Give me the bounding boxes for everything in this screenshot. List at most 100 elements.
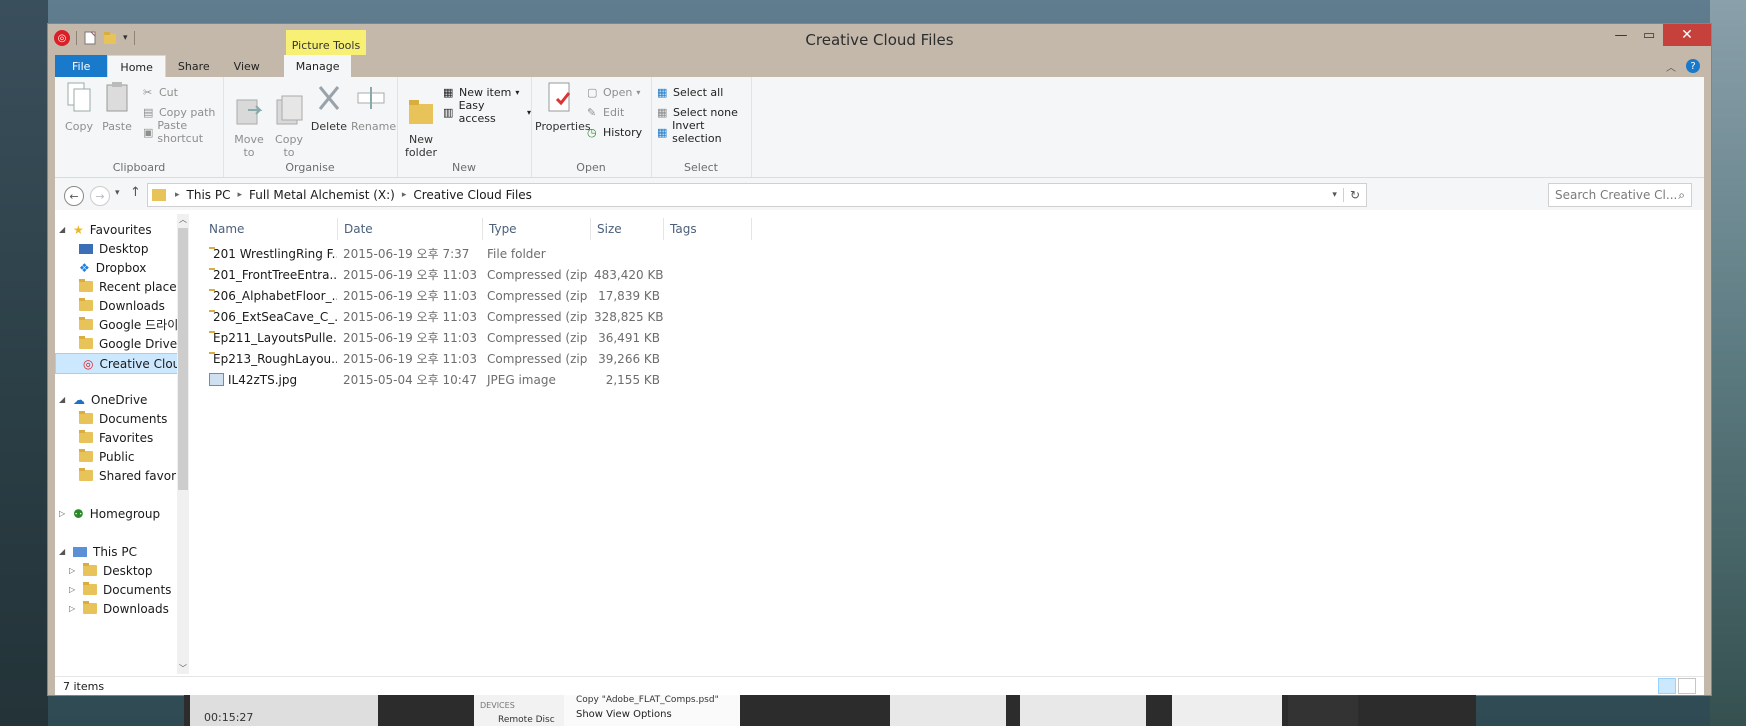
table-row[interactable]: 206_ExtSeaCave_C_... 2015-06-19 오후 11:03 C…: [203, 307, 666, 326]
breadcrumb-this-pc[interactable]: This PC: [183, 188, 235, 202]
table-row[interactable]: 201 WrestlingRing F... 2015-06-19 오후 7:37…: [203, 244, 666, 263]
expand-arrow-icon[interactable]: ▷: [69, 585, 77, 594]
expand-arrow-icon[interactable]: ▷: [59, 509, 67, 518]
nav-item-desktop[interactable]: Desktop: [79, 239, 149, 258]
select-all-label: Select all: [673, 85, 724, 99]
background-windows-strip: 00:15:27 DEVICES Remote Disc Copy "Adobe…: [184, 695, 1476, 726]
up-arrow-icon[interactable]: ↑: [130, 185, 141, 200]
nav-item-google-drive-kr[interactable]: Google 드라이: [79, 315, 177, 334]
nav-item-public[interactable]: Public: [79, 447, 135, 466]
column-type[interactable]: Type: [483, 218, 591, 240]
scroll-down-icon[interactable]: ﹀: [179, 663, 187, 674]
help-icon[interactable]: ?: [1686, 59, 1700, 73]
breadcrumb-current-folder[interactable]: Creative Cloud Files: [409, 188, 536, 202]
breadcrumb-drive[interactable]: Full Metal Alchemist (X:): [245, 188, 399, 202]
properties-button[interactable]: Properties: [535, 81, 591, 133]
edit-button[interactable]: ✎ Edit: [587, 103, 624, 121]
refresh-icon[interactable]: ↻: [1342, 188, 1366, 202]
details-view-button[interactable]: [1658, 678, 1676, 694]
expand-arrow-icon[interactable]: ◢: [59, 225, 67, 234]
file-name-cell[interactable]: Ep213_RoughLayou...: [203, 351, 337, 366]
maximize-button[interactable]: ▭: [1635, 24, 1663, 46]
invert-selection-button[interactable]: ▦ Invert selection: [657, 119, 751, 145]
file-name-cell[interactable]: 206_AlphabetFloor_...: [203, 288, 337, 303]
column-size[interactable]: Size: [591, 218, 664, 240]
search-input[interactable]: Search Creative Cl... ⌕: [1548, 183, 1692, 207]
nav-item-favorites[interactable]: Favorites: [79, 428, 153, 447]
address-bar[interactable]: ▸ This PC ▸ Full Metal Alchemist (X:) ▸ …: [147, 183, 1367, 207]
paste-shortcut-icon: ▣: [143, 126, 154, 139]
file-type: Compressed (zipp...: [487, 288, 588, 303]
column-date[interactable]: Date: [338, 218, 483, 240]
nav-onedrive[interactable]: ◢ ☁ OneDrive: [59, 390, 147, 409]
tab-home[interactable]: Home: [107, 55, 166, 78]
nav-item-pc-desktop[interactable]: ▷ Desktop: [69, 561, 153, 580]
expand-arrow-icon[interactable]: ▷: [69, 604, 77, 613]
easy-access-button[interactable]: ▥ Easy access ▾: [443, 99, 531, 125]
search-icon[interactable]: ⌕: [1678, 188, 1691, 203]
table-row[interactable]: IL42zTS.jpg 2015-05-04 오후 10:47 JPEG image…: [203, 370, 666, 389]
column-tags[interactable]: Tags: [664, 218, 752, 240]
file-date: 2015-06-19 오후 11:03: [343, 310, 478, 324]
file-name-cell[interactable]: 201_FrontTreeEntra...: [203, 267, 337, 282]
copy-to-button[interactable]: Copy to: [269, 81, 309, 172]
nav-item-pc-downloads[interactable]: ▷ Downloads: [69, 599, 169, 618]
nav-favourites[interactable]: ◢ ★ Favourites: [59, 220, 152, 239]
folder-icon: [83, 601, 97, 614]
expand-arrow-icon[interactable]: ◢: [59, 395, 67, 404]
nav-this-pc[interactable]: ◢ This PC: [59, 542, 137, 561]
copy-button[interactable]: Copy: [59, 81, 99, 133]
file-name: 201_FrontTreeEntra...: [213, 267, 337, 282]
new-folder-button[interactable]: New folder: [401, 81, 441, 172]
tab-file[interactable]: File: [55, 55, 108, 77]
table-row[interactable]: 201_FrontTreeEntra... 2015-06-19 오후 11:03…: [203, 265, 666, 284]
tab-share[interactable]: Share: [166, 55, 222, 77]
paste-button[interactable]: Paste: [97, 81, 137, 133]
nav-item-shared-favorites[interactable]: Shared favorite: [79, 466, 177, 485]
nav-item-google-drive[interactable]: Google Drive: [79, 334, 177, 353]
nav-item-creative-cloud[interactable]: ◎ Creative Cloud: [55, 353, 177, 374]
nav-label: Google Drive: [99, 336, 177, 351]
file-size: 36,491 KB: [598, 330, 660, 345]
select-all-button[interactable]: ▦ Select all: [657, 83, 723, 101]
table-row[interactable]: Ep213_RoughLayou... 2015-06-19 오후 11:03 Co…: [203, 349, 666, 368]
paste-shortcut-button[interactable]: ▣ Paste shortcut: [143, 119, 223, 145]
expand-arrow-icon[interactable]: ▷: [69, 566, 77, 575]
large-icons-view-button[interactable]: [1678, 678, 1696, 694]
close-button[interactable]: ✕: [1663, 24, 1711, 46]
file-name-cell[interactable]: IL42zTS.jpg: [203, 373, 337, 387]
tab-manage[interactable]: Manage: [283, 55, 352, 77]
table-row[interactable]: Ep211_LayoutsPulle... 2015-06-19 오후 11:03…: [203, 328, 666, 347]
rename-button[interactable]: Rename: [351, 81, 396, 133]
nav-item-documents[interactable]: Documents: [79, 409, 167, 428]
nav-item-recent-places[interactable]: Recent places: [79, 277, 177, 296]
back-button[interactable]: ←: [64, 186, 84, 206]
nav-item-pc-documents[interactable]: ▷ Documents: [69, 580, 171, 599]
navigation-scrollbar[interactable]: ︿ ﹀: [177, 214, 189, 674]
minimize-button[interactable]: —: [1607, 24, 1635, 46]
history-button[interactable]: ◷ History: [587, 123, 642, 141]
nav-item-downloads[interactable]: Downloads: [79, 296, 165, 315]
file-name-cell[interactable]: 206_ExtSeaCave_C_...: [203, 309, 337, 324]
delete-label: Delete: [310, 120, 348, 133]
file-name-cell[interactable]: Ep211_LayoutsPulle...: [203, 330, 337, 345]
move-to-label: Move to: [234, 133, 264, 159]
expand-arrow-icon[interactable]: ◢: [59, 547, 67, 556]
clipboard-group: Copy Paste ✂ Cut ▤ Copy path ▣ Paste shortc…: [55, 77, 224, 177]
scroll-up-icon[interactable]: ︿: [179, 214, 187, 225]
scrollbar-thumb[interactable]: [178, 228, 188, 490]
chevron-up-icon[interactable]: ︿: [1666, 59, 1676, 74]
delete-button[interactable]: Delete: [309, 81, 349, 133]
forward-button[interactable]: →: [90, 186, 110, 206]
table-row[interactable]: 206_AlphabetFloor_... 2015-06-19 오후 11:03…: [203, 286, 666, 305]
nav-item-dropbox[interactable]: ❖ Dropbox: [79, 258, 146, 277]
file-name-cell[interactable]: 201 WrestlingRing F...: [203, 246, 337, 261]
column-name[interactable]: Name: [203, 218, 338, 240]
chevron-down-icon[interactable]: ▾: [1332, 190, 1343, 200]
open-button[interactable]: ▢ Open ▾: [587, 83, 640, 101]
move-to-button[interactable]: Move to: [229, 81, 269, 172]
recent-locations-icon[interactable]: ▾: [115, 188, 120, 198]
tab-view[interactable]: View: [222, 55, 272, 77]
nav-homegroup[interactable]: ▷ ⚉ Homegroup: [59, 504, 160, 523]
cut-button[interactable]: ✂ Cut: [143, 83, 178, 101]
